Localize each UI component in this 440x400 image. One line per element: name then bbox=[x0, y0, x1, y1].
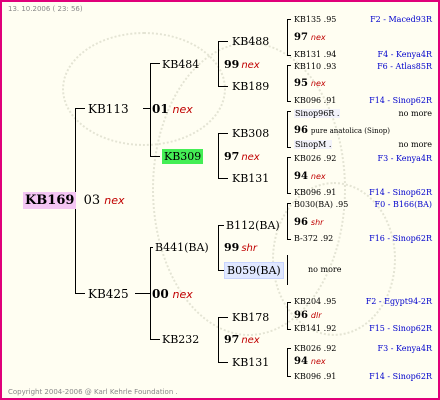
gen5-id-8: KB096 .91 bbox=[294, 188, 337, 197]
gen5-origin-4: F14 - Sinop62R bbox=[369, 96, 432, 105]
gen5-id-12: KB141 .92 bbox=[294, 324, 337, 333]
root-id: KB169 bbox=[23, 192, 77, 209]
sire-year-mark: 00 nex bbox=[152, 287, 193, 301]
gen3-ym-3: 99 shr bbox=[224, 241, 257, 254]
gen5-id-14: KB096 .91 bbox=[294, 372, 337, 381]
watermark-wing bbox=[62, 32, 226, 146]
gen3-id-3: B441(BA) bbox=[155, 241, 209, 254]
gen3-ym-1: 99 nex bbox=[224, 58, 260, 71]
gen5-id-11: KB204 .95 bbox=[294, 297, 337, 306]
gen5-origin-5: no more bbox=[398, 109, 432, 118]
gen5-id-3: KB110 .93 bbox=[294, 62, 337, 71]
gen4-id-2: KB189 bbox=[232, 80, 270, 93]
gen5-origin-6: no more bbox=[398, 140, 432, 149]
gen5-origin-8: F14 - Sinop62R bbox=[369, 188, 432, 197]
gen3-ym-4: 97 nex bbox=[224, 333, 260, 346]
gen4-id-7: KB178 bbox=[232, 311, 270, 324]
gen5-origin-13: F3 - Kenya4R bbox=[377, 344, 432, 353]
gen4-ym-7: 96 dlr bbox=[294, 310, 322, 321]
root-queen: KB169 03 nex bbox=[23, 192, 125, 209]
gen5-id-7: KB026 .92 bbox=[294, 154, 337, 163]
gen5-id-5: Sinop96R . bbox=[294, 109, 341, 118]
root-year: 03 bbox=[83, 193, 101, 208]
gen5-origin-7: F3 - Kenya4R bbox=[377, 154, 432, 163]
root-mark: nex bbox=[104, 194, 125, 207]
gen4-id-1: KB488 bbox=[232, 35, 270, 48]
gen5-origin-11: F2 - Egypt94-2R bbox=[365, 297, 432, 306]
gen4-ym-8: 94 nex bbox=[294, 356, 326, 367]
gen5-origin-9: F0 - B166(BA) bbox=[374, 200, 432, 209]
gen3-id-1: KB484 bbox=[162, 58, 200, 71]
gen4-ym-1: 97 nex bbox=[294, 32, 326, 43]
gen4-id-4: KB131 bbox=[232, 172, 270, 185]
gen4-ym-2: 95 nex bbox=[294, 78, 326, 89]
gen5-id-2: KB131 .94 bbox=[294, 50, 337, 59]
gen4-id-8: KB131 bbox=[232, 356, 270, 369]
gen5-origin-12: F15 - Sinop62R bbox=[369, 324, 432, 333]
gen3-ym-2: 97 nex bbox=[224, 150, 260, 163]
sire-id: KB425 bbox=[88, 287, 129, 301]
gen5-id-6: SinopM . bbox=[294, 140, 333, 149]
gen5-origin-2: F4 - Kenya4R bbox=[377, 50, 432, 59]
gen5-id-1: KB135 .95 bbox=[294, 15, 337, 24]
copyright-footer: Copyright 2004-2006 @ Karl Kehrle Founda… bbox=[8, 388, 178, 396]
gen5-origin-14: F14 - Sinop62R bbox=[369, 372, 432, 381]
gen4-ym-5: 96 shr bbox=[294, 217, 324, 228]
gen4-id-5: B112(BA) bbox=[226, 219, 280, 232]
gen5-id-4: KB096 .91 bbox=[294, 96, 337, 105]
gen5-id-10: B-372 .92 bbox=[294, 234, 334, 243]
dam-id: KB113 bbox=[88, 102, 129, 116]
gen5-id-9: B030(BA) .95 bbox=[294, 200, 349, 209]
gen4-id-6: B059(BA) bbox=[224, 262, 284, 279]
print-date: 13. 10.2006 ( 23: 56) bbox=[8, 5, 83, 13]
gen3-id-4: KB232 bbox=[162, 333, 200, 346]
dam-year-mark: 01 nex bbox=[152, 102, 193, 116]
gen5-origin-10: F16 - Sinop62R bbox=[369, 234, 432, 243]
gen3-id-2: KB309 bbox=[162, 149, 204, 164]
pedigree-page: 13. 10.2006 ( 23: 56) KB169 03 nex KB113… bbox=[0, 0, 440, 400]
gen5-origin-1: F2 - Maced93R bbox=[370, 15, 432, 24]
gen4-id-3: KB308 bbox=[232, 127, 270, 140]
gen5-origin-3: F6 - Atlas85R bbox=[377, 62, 432, 71]
gen4-ym-3: 96 pure anatolica (Sinop) bbox=[294, 125, 391, 136]
gen5-id-13: KB026 .92 bbox=[294, 344, 337, 353]
gen4-ym-4: 94 nex bbox=[294, 171, 326, 182]
gen4-ym-6: no more bbox=[308, 265, 342, 274]
